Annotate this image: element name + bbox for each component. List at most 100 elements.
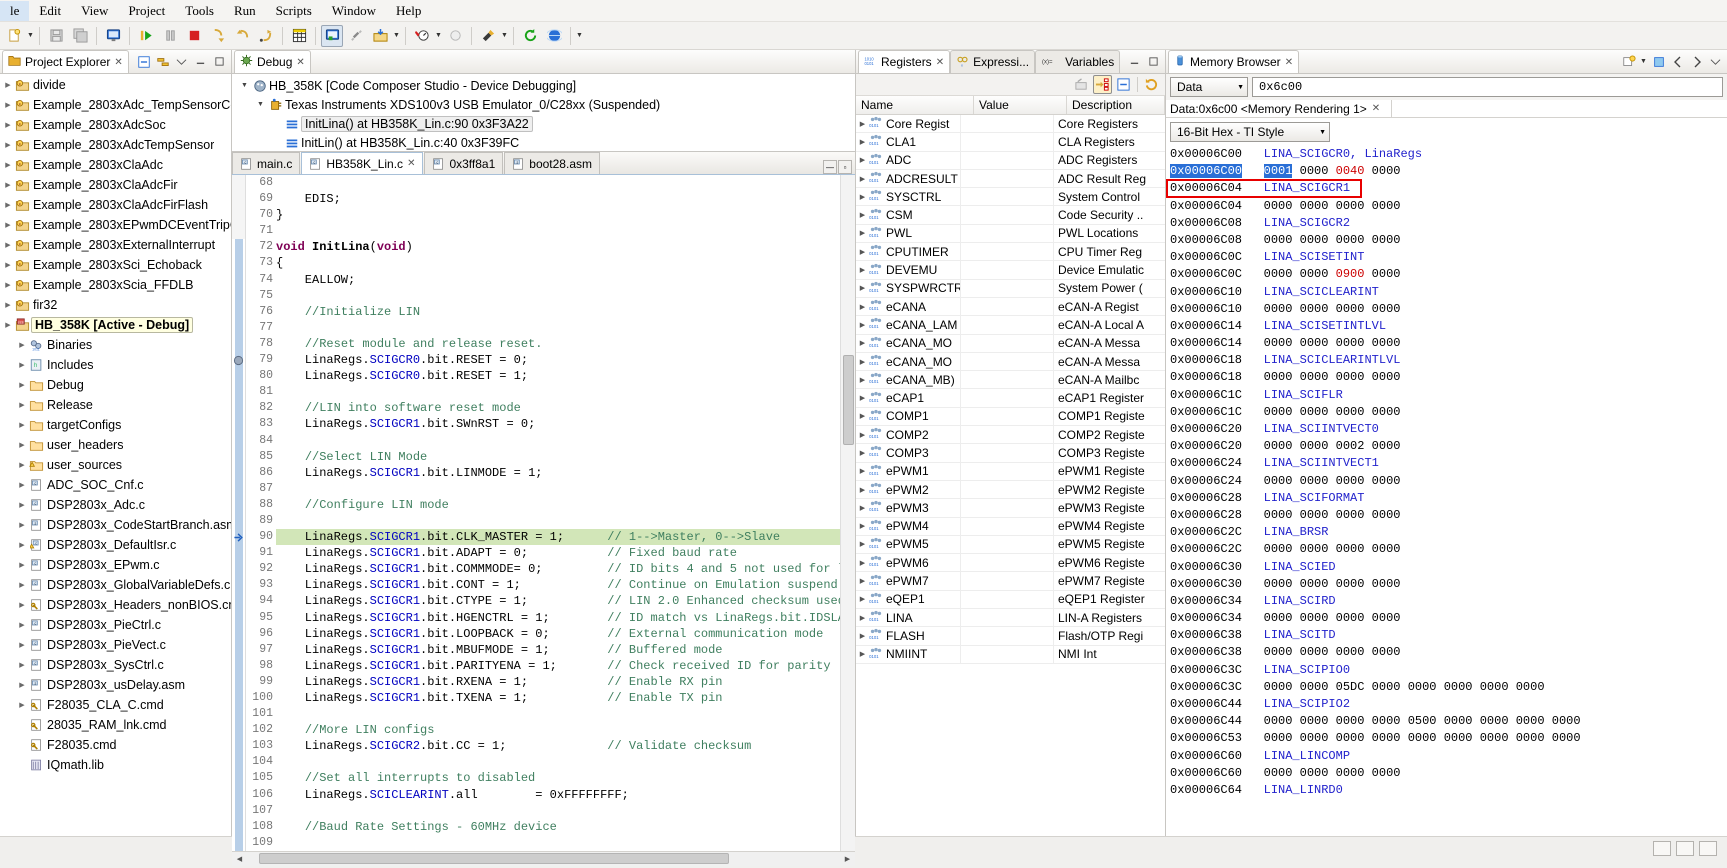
memory-symbol-row[interactable]: 0x00006C08 LINA_SCIGCR2 — [1170, 215, 1727, 232]
expand-arrow-icon[interactable]: ▶ — [856, 504, 869, 512]
minimize-icon[interactable] — [1126, 53, 1143, 70]
unlink-icon[interactable] — [345, 25, 367, 47]
memory-word[interactable]: 0000 — [1372, 302, 1401, 316]
registers-row[interactable]: ▶ 0101 CLA1 CLA Registers — [856, 133, 1165, 152]
expand-arrow-icon[interactable]: ▶ — [856, 138, 869, 146]
marker-slot[interactable] — [232, 175, 245, 191]
expand-arrow-icon[interactable]: ▶ — [16, 621, 28, 629]
memory-symbol-row[interactable]: 0x00006C64 LINA_LINRD0 — [1170, 782, 1727, 799]
memory-word[interactable]: 0000 — [1300, 474, 1329, 488]
new-icon[interactable] — [3, 25, 25, 47]
cast-icon[interactable] — [1072, 75, 1091, 94]
project-tree-item[interactable]: ▶ c Example_2803xEPwmDCEventTripComp — [0, 215, 231, 235]
registers-column-header[interactable]: Description — [1067, 96, 1165, 114]
registers-row[interactable]: ▶ 0101 COMP1 COMP1 Registe — [856, 407, 1165, 427]
step-over-icon[interactable] — [231, 25, 253, 47]
expand-arrow-icon[interactable]: ▶ — [16, 521, 28, 529]
registers-row[interactable]: ▶ 0101 SYSCTRL System Control — [856, 188, 1165, 207]
register-value-cell[interactable] — [961, 188, 1054, 206]
expand-arrow-icon[interactable]: ▶ — [856, 522, 869, 530]
marker-slot[interactable] — [232, 384, 245, 401]
memory-word[interactable]: 0000 — [1300, 508, 1329, 522]
memory-word[interactable]: 0000 — [1336, 731, 1365, 745]
memory-word[interactable]: 0000 — [1336, 336, 1365, 350]
memory-word[interactable]: 0000 — [1372, 577, 1401, 591]
memory-word[interactable]: 0000 — [1264, 474, 1293, 488]
code-line[interactable]: //Baud Rate Settings - 60MHz device — [276, 819, 846, 835]
register-name-cell[interactable]: ▶ 0101 ePWM5 — [856, 535, 961, 554]
expand-arrow-icon[interactable]: ▶ — [856, 175, 869, 183]
expand-arrow-icon[interactable]: ▶ — [856, 540, 869, 548]
registers-row[interactable]: ▶ 0101 eCANA_MB) eCAN-A Mailbc — [856, 371, 1165, 390]
register-name-cell[interactable]: ▶ 0101 eCAP1 — [856, 389, 961, 407]
register-value-cell[interactable] — [961, 206, 1054, 224]
register-name-cell[interactable]: ▶ 0101 eCANA_MO — [856, 334, 961, 352]
memory-symbol-row[interactable]: 0x00006C34 LINA_SCIRD — [1170, 593, 1727, 610]
register-name-cell[interactable]: ▶ 0101 eCANA_LAM — [856, 316, 961, 334]
expand-arrow-icon[interactable]: ▶ — [856, 595, 869, 603]
expand-arrow-icon[interactable]: ▶ — [16, 401, 28, 409]
memory-data-row[interactable]: 0x00006C10 0000 0000 0000 0000 — [1170, 301, 1727, 318]
memory-address-input[interactable]: 0x6c00 — [1252, 77, 1723, 97]
registers-row[interactable]: ▶ 0101 Core Regist Core Registers — [856, 115, 1165, 134]
expand-arrow-icon[interactable]: ▶ — [2, 261, 14, 269]
expand-arrow-icon[interactable]: ▶ — [16, 561, 28, 569]
expand-arrow-icon[interactable]: ▶ — [2, 221, 14, 229]
registers-row[interactable]: ▶ 0101 PWL PWL Locations — [856, 224, 1165, 244]
registers-row[interactable]: ▶ 0101 COMP3 COMP3 Registe — [856, 444, 1165, 463]
memory-symbol-row[interactable]: 0x00006C14 LINA_SCISETINTLVL — [1170, 318, 1727, 335]
scroll-left-icon[interactable]: ◀ — [232, 852, 247, 865]
project-tree-item[interactable]: ▶ targetConfigs — [0, 415, 231, 435]
project-tree-item[interactable]: ▶ c Example_2803xClaAdcFirFlash — [0, 195, 231, 215]
register-name-cell[interactable]: ▶ 0101 SYSCTRL — [856, 188, 961, 206]
memory-word[interactable]: 0000 — [1300, 199, 1329, 213]
code-line[interactable] — [276, 803, 846, 819]
register-value-cell[interactable] — [961, 371, 1054, 389]
code-line[interactable]: EDIS; — [276, 191, 846, 207]
close-icon[interactable]: ✕ — [936, 57, 944, 68]
registers-rows[interactable]: ▶ 0101 Core Regist Core Registers ▶ 0101… — [856, 115, 1165, 836]
memory-symbol-row[interactable]: 0x00006C04 LINA_SCIGCR1 — [1170, 180, 1727, 197]
marker-bar[interactable] — [232, 175, 246, 851]
memory-word[interactable]: 0000 — [1408, 680, 1437, 694]
memory-word[interactable]: 0000 — [1336, 577, 1365, 591]
marker-slot[interactable] — [232, 496, 245, 513]
code-line[interactable]: LinaRegs.SCIGCR1.bit.CONT = 1; // Contin… — [276, 577, 846, 593]
memory-word[interactable]: 0000 — [1372, 474, 1401, 488]
project-tree-item[interactable]: ▶ .c DSP2803x_PieCtrl.c — [0, 615, 231, 635]
expand-arrow-icon[interactable]: ▶ — [856, 120, 869, 128]
close-icon[interactable]: ✕ — [407, 158, 415, 169]
expand-arrow-icon[interactable]: ▶ — [2, 81, 14, 89]
marker-slot[interactable] — [232, 223, 245, 239]
code-line[interactable]: LinaRegs.SCIGCR1.bit.LOOPBACK = 0; // Ex… — [276, 626, 846, 642]
expand-arrow-icon[interactable]: ▶ — [2, 281, 14, 289]
project-tree-item[interactable]: ▶ c fir32 — [0, 295, 231, 315]
expand-arrow-icon[interactable]: ▶ — [856, 339, 869, 347]
memory-word[interactable]: 0000 — [1336, 302, 1365, 316]
project-tree-item[interactable]: ▶ 1011 Binaries — [0, 335, 231, 355]
globe-icon[interactable] — [543, 25, 565, 47]
registers-row[interactable]: ▶ 0101 LINA LIN-A Registers — [856, 609, 1165, 628]
memory-word[interactable]: 0000 — [1408, 731, 1437, 745]
memory-symbol-row[interactable]: 0x00006C24 LINA_SCIINTVECT1 — [1170, 455, 1727, 472]
memory-word[interactable]: 0000 — [1264, 611, 1293, 625]
expand-arrow-icon[interactable]: ▼ — [254, 101, 267, 108]
memory-symbol-row[interactable]: 0x00006C20 LINA_SCIINTVECT0 — [1170, 421, 1727, 438]
suspend-icon[interactable] — [159, 25, 181, 47]
register-value-cell[interactable] — [961, 480, 1054, 499]
registers-row[interactable]: ▶ 0101 ADCRESULT ADC Result Reg — [856, 169, 1165, 189]
memory-data-row[interactable]: 0x00006C38 0000 0000 0000 0000 — [1170, 644, 1727, 661]
memory-symbol-row[interactable]: 0x00006C44 LINA_SCIPIO2 — [1170, 696, 1727, 713]
memory-word[interactable]: 0000 — [1264, 370, 1293, 384]
register-name-cell[interactable]: ▶ 0101 ADC — [856, 151, 961, 169]
register-value-cell[interactable] — [961, 151, 1054, 169]
source-lines[interactable]: EDIS;} void InitLina(void){ EALLOW; //Ini… — [276, 175, 846, 851]
register-name-cell[interactable]: ▶ 0101 ePWM4 — [856, 517, 961, 535]
project-tree-item[interactable]: ▶ c Example_2803xClaAdcFir — [0, 175, 231, 195]
memory-word[interactable]: 0000 — [1552, 731, 1581, 745]
expand-arrow-icon[interactable]: ▶ — [2, 201, 14, 209]
editor-tab[interactable]: .s boot28.asm — [504, 152, 600, 174]
code-line[interactable]: LinaRegs.SCIGCR0.bit.RESET = 1; — [276, 368, 846, 384]
marker-slot[interactable] — [232, 335, 245, 353]
project-tree-item[interactable]: ▶ .c DSP2803x_Adc.c — [0, 495, 231, 515]
